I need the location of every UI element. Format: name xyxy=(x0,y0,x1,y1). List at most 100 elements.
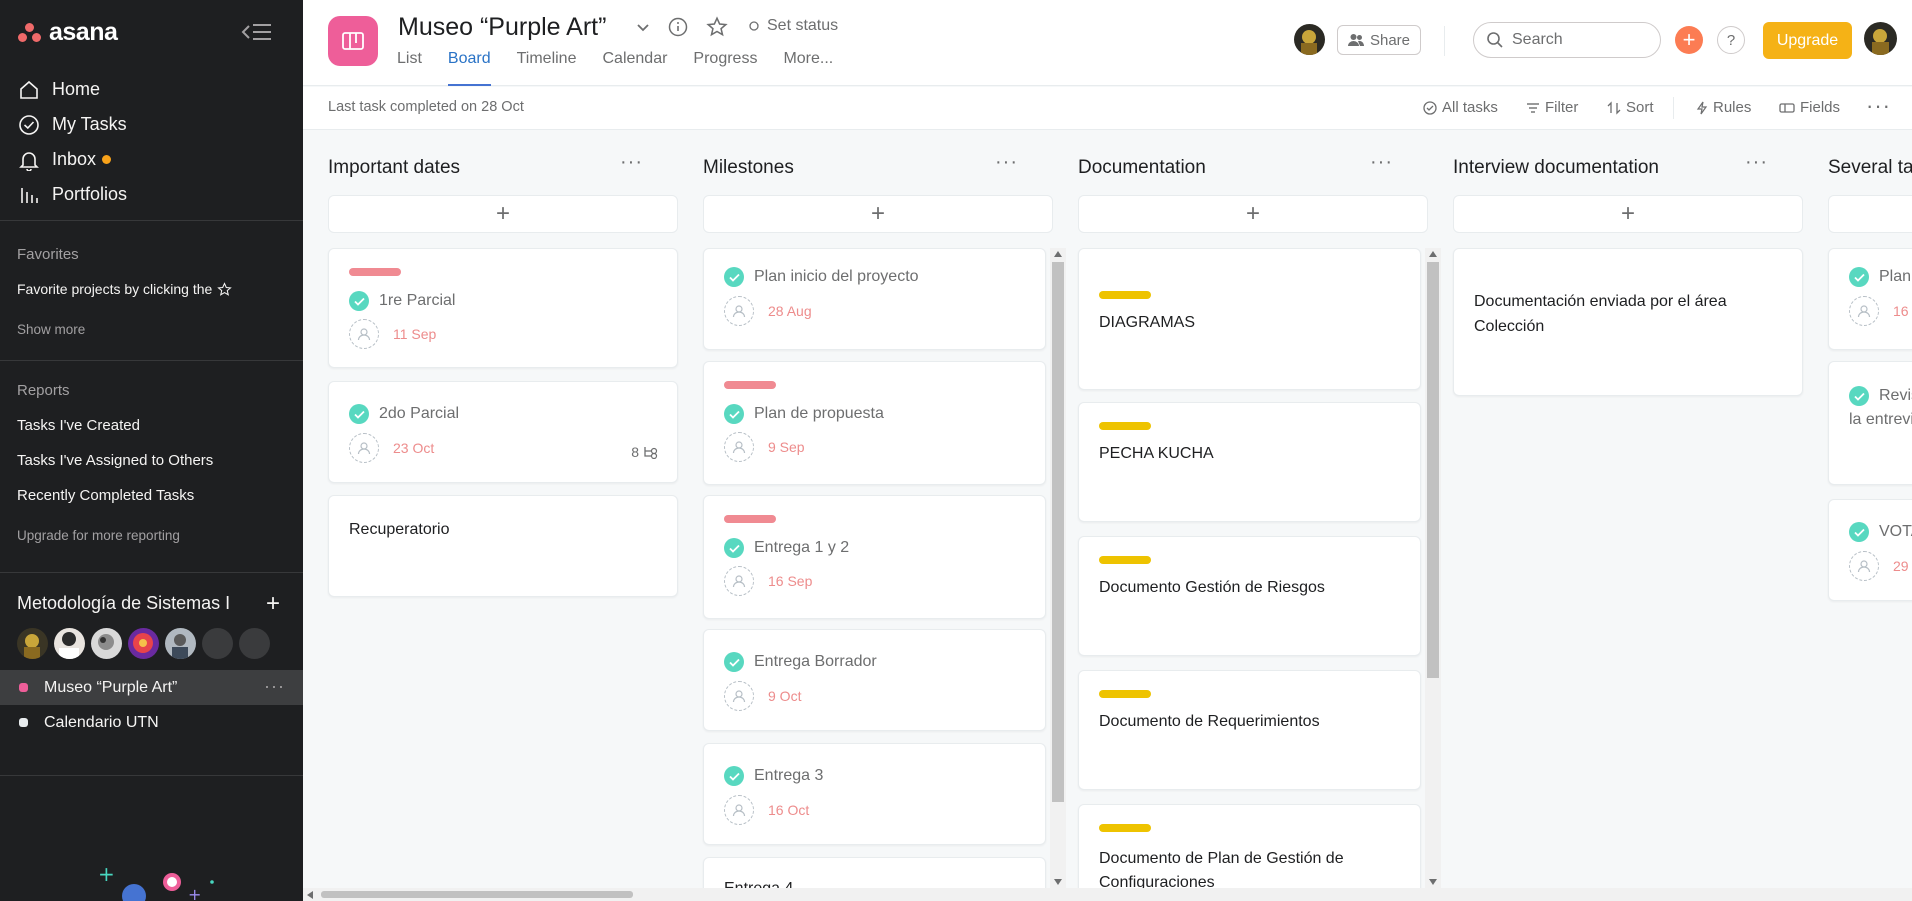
due-date[interactable]: 16 ( xyxy=(1893,303,1912,319)
tab-more[interactable]: More... xyxy=(783,50,833,86)
nav-item-portfolios[interactable]: Portfolios xyxy=(0,177,303,212)
sidebar-project-calendario[interactable]: Calendario UTN xyxy=(0,705,303,740)
project-more-icon[interactable]: ··· xyxy=(264,676,285,697)
assignee-placeholder-icon[interactable] xyxy=(724,681,754,711)
task-card[interactable]: Plan de propuesta 9 Sep xyxy=(703,361,1046,485)
assignee-placeholder-icon[interactable] xyxy=(724,432,754,462)
show-more-link[interactable]: Show more xyxy=(17,322,85,337)
completed-check-icon[interactable] xyxy=(1849,386,1869,406)
star-icon[interactable] xyxy=(706,14,728,40)
task-card[interactable]: Entrega 3 16 Oct xyxy=(703,743,1046,845)
project-owner-avatar[interactable] xyxy=(1294,24,1325,55)
report-tasks-created[interactable]: Tasks I've Created xyxy=(17,417,140,434)
assignee-placeholder-icon[interactable] xyxy=(724,566,754,596)
add-project-button[interactable]: + xyxy=(266,590,280,618)
tab-board[interactable]: Board xyxy=(447,50,491,86)
report-recently-completed[interactable]: Recently Completed Tasks xyxy=(17,487,194,504)
assignee-placeholder-icon[interactable] xyxy=(724,795,754,825)
avatar[interactable] xyxy=(165,628,196,659)
sort-button[interactable]: Sort xyxy=(1607,99,1654,116)
due-date[interactable]: 9 Oct xyxy=(768,688,801,704)
board-horizontal-scrollbar[interactable] xyxy=(303,888,1912,901)
due-date[interactable]: 11 Sep xyxy=(393,326,436,342)
add-task-button[interactable]: + xyxy=(1078,195,1428,233)
team-name[interactable]: Metodología de Sistemas I xyxy=(17,593,230,614)
completed-check-icon[interactable] xyxy=(1849,522,1869,542)
tab-calendar[interactable]: Calendar xyxy=(602,50,667,86)
task-card[interactable]: Recuperatorio xyxy=(328,495,678,597)
task-card[interactable]: Plan inicio del proyecto 28 Aug xyxy=(703,248,1046,350)
user-avatar[interactable] xyxy=(1864,22,1897,55)
completed-check-icon[interactable] xyxy=(724,404,744,424)
all-tasks-button[interactable]: All tasks xyxy=(1423,99,1498,116)
tab-list[interactable]: List xyxy=(397,50,422,86)
due-date[interactable]: 28 Aug xyxy=(768,303,812,319)
info-icon[interactable] xyxy=(667,14,689,40)
assignee-placeholder-icon[interactable] xyxy=(349,319,379,349)
task-card[interactable]: Documento Gestión de Riesgos xyxy=(1078,536,1421,656)
avatar-placeholder[interactable] xyxy=(202,628,233,659)
subtask-count[interactable]: 8 xyxy=(631,444,659,460)
add-task-button[interactable]: + xyxy=(1453,195,1803,233)
task-card[interactable]: Documento de Requerimientos xyxy=(1078,670,1421,790)
avatar-placeholder[interactable] xyxy=(239,628,270,659)
completed-check-icon[interactable] xyxy=(724,538,744,558)
assignee-placeholder-icon[interactable] xyxy=(724,296,754,326)
task-card[interactable]: 1re Parcial 11 Sep xyxy=(328,248,678,368)
search-input[interactable] xyxy=(1512,31,1642,49)
scrollbar-thumb[interactable] xyxy=(321,891,633,898)
column-more-icon[interactable]: ··· xyxy=(1370,151,1393,174)
column-title[interactable]: Interview documentation xyxy=(1453,157,1659,179)
task-card[interactable]: 2do Parcial 23 Oct 8 xyxy=(328,381,678,483)
reports-heading[interactable]: Reports xyxy=(17,382,70,399)
completed-check-icon[interactable] xyxy=(724,652,744,672)
quick-add-button[interactable]: + xyxy=(1675,26,1703,54)
completed-check-icon[interactable] xyxy=(724,267,744,287)
nav-item-inbox[interactable]: Inbox xyxy=(0,142,303,177)
share-button[interactable]: Share xyxy=(1337,25,1421,55)
assignee-placeholder-icon[interactable] xyxy=(1849,551,1879,581)
column-more-icon[interactable]: ··· xyxy=(995,151,1018,174)
task-card[interactable]: Revis la entrevi xyxy=(1828,361,1912,485)
nav-item-my-tasks[interactable]: My Tasks xyxy=(0,107,303,142)
column-more-icon[interactable]: ··· xyxy=(620,151,643,174)
task-card[interactable]: Entrega 1 y 2 16 Sep xyxy=(703,495,1046,619)
upgrade-reporting-link[interactable]: Upgrade for more reporting xyxy=(17,528,180,543)
more-options-icon[interactable]: ··· xyxy=(1866,93,1891,119)
assignee-placeholder-icon[interactable] xyxy=(1849,296,1879,326)
search-box[interactable] xyxy=(1473,22,1661,58)
task-card[interactable]: PECHA KUCHA xyxy=(1078,402,1421,522)
sidebar-project-museo[interactable]: Museo “Purple Art” ··· xyxy=(0,670,303,705)
task-card[interactable]: DIAGRAMAS xyxy=(1078,248,1421,390)
completed-check-icon[interactable] xyxy=(1849,267,1869,287)
upgrade-button[interactable]: Upgrade xyxy=(1763,22,1852,59)
add-task-button[interactable]: + xyxy=(1828,195,1912,233)
help-button[interactable]: ? xyxy=(1717,26,1745,54)
column-title[interactable]: Milestones xyxy=(703,157,794,179)
assignee-placeholder-icon[interactable] xyxy=(349,433,379,463)
tab-timeline[interactable]: Timeline xyxy=(517,50,577,86)
asana-logo[interactable]: asana xyxy=(18,18,118,47)
avatar[interactable] xyxy=(91,628,122,659)
due-date[interactable]: 29 S xyxy=(1893,558,1912,574)
task-card[interactable]: Documento de Plan de Gestión de Configur… xyxy=(1078,804,1421,901)
nav-item-home[interactable]: Home xyxy=(0,72,303,107)
column-more-icon[interactable]: ··· xyxy=(1745,151,1768,174)
avatar[interactable] xyxy=(128,628,159,659)
chevron-down-icon[interactable] xyxy=(635,14,651,40)
invite-illustration[interactable]: + + xyxy=(80,860,230,901)
favorites-heading[interactable]: Favorites xyxy=(17,246,79,263)
task-card[interactable]: Documentación enviada por el área Colecc… xyxy=(1453,248,1803,396)
report-tasks-assigned[interactable]: Tasks I've Assigned to Others xyxy=(17,452,213,469)
avatar[interactable] xyxy=(17,628,48,659)
due-date[interactable]: 23 Oct xyxy=(393,440,434,456)
column-title[interactable]: Documentation xyxy=(1078,157,1206,179)
add-task-button[interactable]: + xyxy=(703,195,1053,233)
set-status-button[interactable]: Set status xyxy=(749,17,838,35)
completed-check-icon[interactable] xyxy=(724,766,744,786)
completed-check-icon[interactable] xyxy=(349,291,369,311)
task-card[interactable]: Planif 16 ( xyxy=(1828,248,1912,350)
completed-check-icon[interactable] xyxy=(349,404,369,424)
due-date[interactable]: 16 Sep xyxy=(768,573,812,589)
task-card[interactable]: Entrega Borrador 9 Oct xyxy=(703,629,1046,731)
